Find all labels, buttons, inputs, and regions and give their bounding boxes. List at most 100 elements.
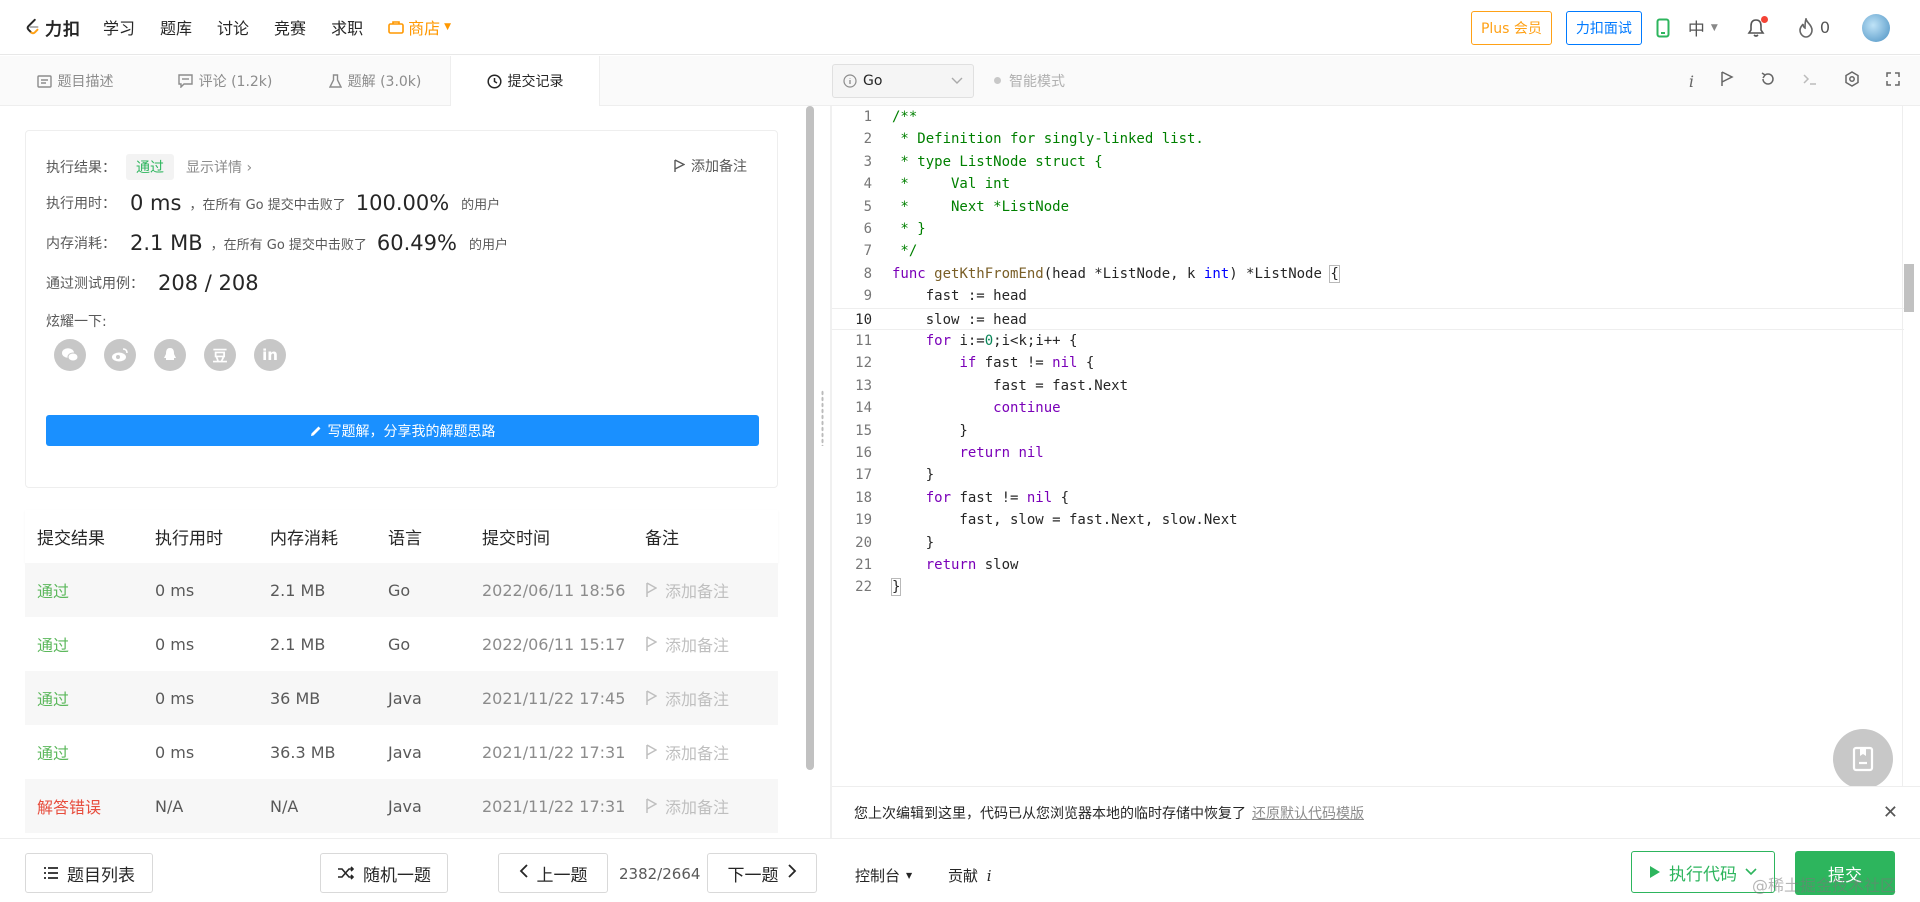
row-memory: 36.3 MB: [270, 742, 336, 762]
code-line[interactable]: 20 }: [832, 532, 1904, 554]
code-line[interactable]: 18 for fast != nil {: [832, 487, 1904, 509]
douban-icon[interactable]: 豆: [204, 339, 236, 371]
close-icon[interactable]: ✕: [1883, 802, 1898, 823]
code-line[interactable]: 13 fast = fast.Next: [832, 375, 1904, 397]
smart-mode-toggle[interactable]: 智能模式: [994, 71, 1065, 91]
settings-icon[interactable]: [1844, 71, 1860, 91]
notification-bell-icon[interactable]: [1746, 15, 1768, 38]
code-line[interactable]: 8 func getKthFromEnd(head *ListNode, k in…: [832, 263, 1904, 285]
code-text: }: [892, 420, 967, 442]
logo[interactable]: 力扣: [24, 15, 81, 40]
tab-description[interactable]: 题目描述: [0, 56, 150, 106]
code-line[interactable]: 6 * }: [832, 218, 1904, 240]
nav-problemset[interactable]: 题库: [160, 15, 192, 39]
code-line[interactable]: 10 slow := head: [832, 307, 1904, 330]
linkedin-icon[interactable]: in: [254, 339, 286, 371]
code-line[interactable]: 3 * type ListNode struct {: [832, 151, 1904, 173]
code-line[interactable]: 16 return nil: [832, 442, 1904, 464]
weibo-icon[interactable]: [104, 339, 136, 371]
write-solution-button[interactable]: 写题解，分享我的解题思路: [46, 415, 759, 446]
row-add-note[interactable]: 添加备注: [645, 686, 765, 710]
qq-icon[interactable]: [154, 339, 186, 371]
show-details-link[interactable]: 显示详情 ›: [186, 157, 252, 177]
table-row[interactable]: 通过 0 ms 36 MB Java 2021/11/22 17:45 添加备注: [25, 671, 778, 725]
code-line[interactable]: 14 continue: [832, 397, 1904, 419]
code-text: * Val int: [892, 173, 1010, 195]
plus-member-button[interactable]: Plus 会员: [1470, 10, 1552, 45]
points-display[interactable]: 0: [1798, 17, 1830, 38]
nav-jobs[interactable]: 求职: [331, 15, 363, 39]
code-line[interactable]: 11 for i:=0;i<k;i++ {: [832, 330, 1904, 352]
code-line[interactable]: 7 */: [832, 240, 1904, 262]
nav-store[interactable]: 商店 ▼: [388, 15, 451, 39]
add-note-button[interactable]: 添加备注: [673, 156, 747, 176]
wechat-icon[interactable]: [54, 339, 86, 371]
code-text: * }: [892, 218, 925, 240]
tab-submissions[interactable]: 提交记录: [450, 56, 600, 106]
code-line[interactable]: 5 * Next *ListNode: [832, 196, 1904, 218]
mobile-icon[interactable]: [1656, 18, 1670, 38]
notes-fab-button[interactable]: [1833, 729, 1893, 789]
row-status[interactable]: 解答错误: [25, 794, 155, 818]
runtime-text: ，在所有 Go 提交中击败了: [189, 197, 346, 213]
nav-contest[interactable]: 竞赛: [274, 15, 306, 39]
prev-problem-button[interactable]: 上一题: [498, 853, 608, 893]
line-number: 19: [855, 512, 872, 529]
editor-scrollbar[interactable]: [1904, 264, 1914, 312]
code-line[interactable]: 2 * Definition for singly-linked list.: [832, 128, 1904, 150]
fullscreen-icon[interactable]: [1886, 72, 1900, 90]
tab-solutions[interactable]: 题解 (3.0k): [300, 56, 450, 106]
code-line[interactable]: 17 }: [832, 464, 1904, 486]
avatar[interactable]: [1862, 13, 1890, 42]
table-row[interactable]: 解答错误 N/A N/A Java 2021/11/22 17:31 添加备注: [25, 779, 778, 833]
language-switch[interactable]: 中 ▼: [1688, 15, 1718, 40]
nav-learn[interactable]: 学习: [103, 15, 135, 39]
language-select[interactable]: Go: [832, 63, 974, 98]
problem-list-button[interactable]: 题目列表: [25, 853, 153, 893]
row-add-note[interactable]: 添加备注: [645, 794, 765, 818]
left-panel: 执行结果： 通过 显示详情 › 添加备注 执行用时： 0 ms ，在所有 Go …: [0, 106, 806, 838]
line-number: 17: [855, 467, 872, 484]
row-status[interactable]: 通过: [25, 740, 155, 764]
share-label: 炫耀一下:: [46, 314, 107, 330]
code-line[interactable]: 22}: [832, 576, 1904, 598]
code-line[interactable]: 15 }: [832, 420, 1904, 442]
tab-comments[interactable]: 评论 (1.2k): [150, 56, 300, 106]
code-line[interactable]: 9 fast := head: [832, 285, 1904, 307]
random-problem-button[interactable]: 随机一题: [320, 853, 448, 893]
nav-discuss[interactable]: 讨论: [217, 15, 249, 39]
code-line[interactable]: 12 if fast != nil {: [832, 352, 1904, 374]
row-add-note-label: 添加备注: [665, 636, 730, 655]
code-line[interactable]: 1 /**: [832, 106, 1904, 128]
code-line[interactable]: 4 * Val int: [832, 173, 1904, 195]
row-memory: 2.1 MB: [270, 634, 326, 654]
left-scrollbar[interactable]: [806, 106, 814, 770]
code-line[interactable]: 21 return slow: [832, 554, 1904, 576]
next-problem-button[interactable]: 下一题: [707, 853, 817, 893]
row-status[interactable]: 通过: [25, 686, 155, 710]
row-add-note[interactable]: 添加备注: [645, 740, 765, 764]
row-add-note-label: 添加备注: [665, 798, 730, 817]
row-memory: N/A: [270, 796, 299, 816]
resize-handle[interactable]: [821, 390, 824, 446]
console-toggle[interactable]: 控制台 ▼: [855, 865, 912, 886]
row-add-note[interactable]: 添加备注: [645, 578, 765, 602]
info-icon[interactable]: i: [1689, 72, 1694, 91]
interview-button[interactable]: 力扣面试: [1565, 10, 1642, 45]
row-status[interactable]: 通过: [25, 632, 155, 656]
table-row[interactable]: 通过 0 ms 2.1 MB Go 2022/06/11 18:56 添加备注: [25, 563, 778, 617]
table-row[interactable]: 通过 0 ms 2.1 MB Go 2022/06/11 15:17 添加备注: [25, 617, 778, 671]
terminal-icon[interactable]: [1802, 72, 1818, 90]
restore-default-link[interactable]: 还原默认代码模版: [1252, 803, 1364, 823]
flag-icon[interactable]: [1720, 71, 1734, 91]
code-editor[interactable]: 1 /** 2 * Definition for singly-linked lis…: [832, 106, 1904, 786]
code-line[interactable]: 19 fast, slow = fast.Next, slow.Next: [832, 509, 1904, 531]
contribute-link[interactable]: 贡献 i: [948, 865, 992, 886]
row-add-note[interactable]: 添加备注: [645, 632, 765, 656]
reset-icon[interactable]: [1760, 71, 1776, 91]
row-status[interactable]: 通过: [25, 578, 155, 602]
shuffle-icon: [338, 866, 355, 880]
line-number: 13: [855, 377, 872, 394]
table-row[interactable]: 通过 0 ms 36.3 MB Java 2021/11/22 17:31 添加备注: [25, 725, 778, 779]
